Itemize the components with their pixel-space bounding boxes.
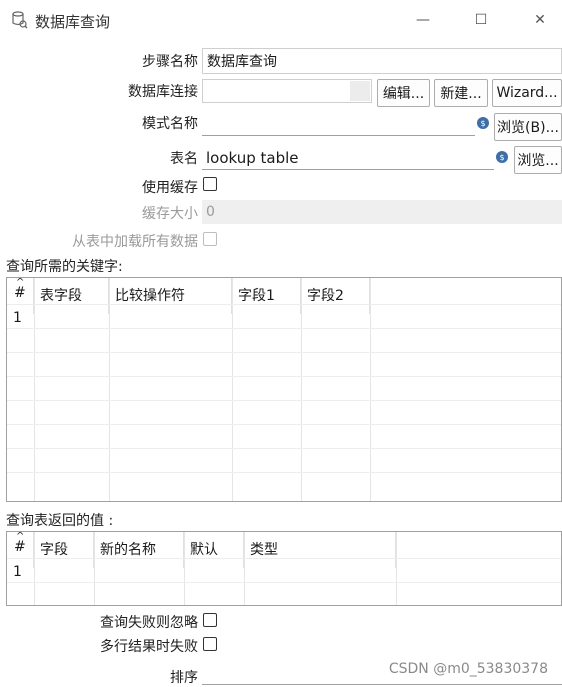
table-row[interactable]: 1 — [7, 558, 561, 582]
variable-icon: $ — [496, 151, 508, 163]
sort-caret-icon: ^ — [16, 277, 25, 288]
keys-table[interactable]: ^ # 表字段 比较操作符 字段1 字段2 1 — [6, 277, 562, 502]
use-cache-checkbox[interactable] — [203, 177, 217, 191]
load-all-label: 从表中加载所有数据 — [72, 234, 198, 250]
connection-label: 数据库连接 — [128, 84, 198, 100]
database-lookup-icon — [12, 11, 28, 29]
order-label: 排序 — [170, 670, 198, 686]
table-row[interactable]: 1 — [7, 304, 561, 328]
browse-schema-button[interactable]: 浏览(B)... — [494, 113, 562, 141]
close-button[interactable]: ✕ — [525, 8, 555, 32]
fail-ignore-label: 查询失败则忽略 — [100, 615, 198, 631]
new-connection-button[interactable]: 新建... — [434, 79, 488, 107]
maximize-button[interactable]: ☐ — [466, 8, 496, 32]
title-bar: 数据库查询 — ☐ ✕ — [0, 0, 562, 40]
wizard-button[interactable]: Wizard... — [492, 79, 562, 107]
minimize-button[interactable]: — — [408, 8, 438, 32]
use-cache-label: 使用缓存 — [142, 180, 198, 196]
schema-input[interactable] — [202, 112, 475, 136]
edit-connection-button[interactable]: 编辑... — [377, 79, 430, 107]
step-name-input[interactable]: 数据库查询 — [202, 48, 562, 74]
connection-dropdown-arrow[interactable] — [350, 81, 370, 101]
maximize-icon: ☐ — [474, 12, 488, 28]
schema-label: 模式名称 — [142, 116, 198, 132]
cache-size-input: 0 — [202, 200, 562, 224]
return-values-table[interactable]: ^ # 字段 新的名称 默认 类型 1 — [6, 531, 562, 606]
minimize-icon: — — [416, 12, 430, 28]
step-name-label: 步骤名称 — [142, 54, 198, 70]
keys-section-label: 查询所需的关键字: — [6, 259, 123, 275]
cache-size-label: 缓存大小 — [142, 206, 198, 222]
window-title: 数据库查询 — [35, 13, 111, 31]
browse-table-button[interactable]: 浏览... — [514, 146, 562, 174]
multi-fail-checkbox[interactable] — [203, 637, 217, 651]
fail-ignore-checkbox[interactable] — [203, 613, 217, 627]
close-icon: ✕ — [534, 12, 546, 28]
load-all-checkbox — [203, 232, 217, 246]
sort-caret-icon: ^ — [16, 531, 25, 542]
table-name-label: 表名 — [170, 151, 198, 167]
watermark: CSDN @m0_53830378 — [388, 661, 548, 677]
table-name-input[interactable]: lookup table — [202, 146, 494, 170]
return-section-label: 查询表返回的值 : — [6, 513, 114, 529]
multi-fail-label: 多行结果时失败 — [100, 639, 198, 655]
connection-select[interactable] — [202, 79, 372, 103]
variable-icon: $ — [477, 117, 489, 129]
